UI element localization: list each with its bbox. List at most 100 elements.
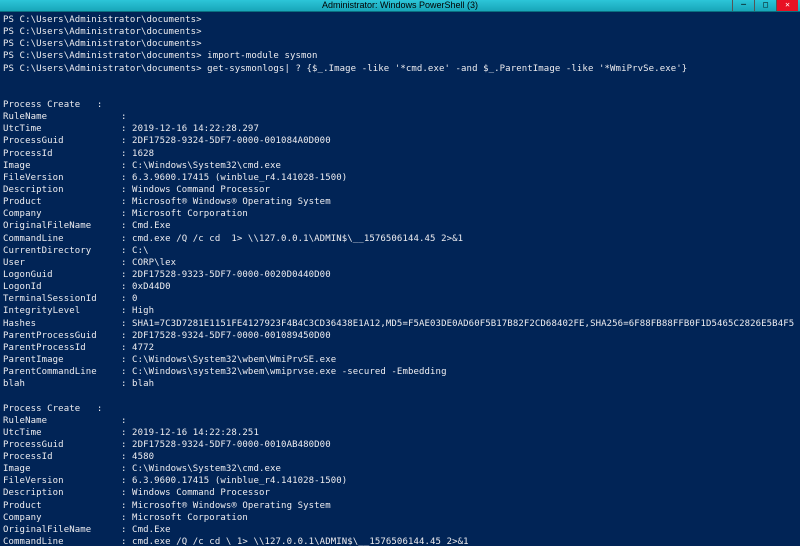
field-key: ProcessGuid: [3, 439, 121, 451]
field-separator: :: [121, 270, 132, 280]
field-key: CommandLine: [3, 233, 121, 245]
field-separator: :: [121, 173, 132, 183]
output-field: FileVersion: 6.3.9600.17415 (winblue_r4.…: [3, 172, 800, 184]
field-key: RuleName: [3, 111, 121, 123]
field-separator: :: [121, 112, 132, 122]
field-key: LogonGuid: [3, 269, 121, 281]
field-value: 0xD44D0: [132, 282, 171, 292]
blank-line: [3, 75, 800, 87]
field-key: Hashes: [3, 318, 121, 330]
field-key: LogonId: [3, 281, 121, 293]
field-separator: :: [121, 161, 132, 171]
output-field: RuleName:: [3, 111, 800, 123]
output-field: ProcessGuid: 2DF17528-9324-5DF7-0000-001…: [3, 135, 800, 147]
field-separator: :: [121, 428, 132, 438]
field-value: Windows Command Processor: [132, 185, 270, 195]
field-key: CurrentDirectory: [3, 245, 121, 257]
field-separator: :: [121, 282, 132, 292]
close-button[interactable]: ✕: [776, 0, 798, 11]
field-separator: :: [121, 234, 132, 244]
field-separator: :: [121, 331, 132, 341]
field-key: blah: [3, 378, 121, 390]
field-key: CommandLine: [3, 536, 121, 546]
field-key: Product: [3, 500, 121, 512]
field-key: ParentCommandLine: [3, 366, 121, 378]
field-value: Cmd.Exe: [132, 221, 171, 231]
field-value: 2019-12-16 14:22:28.297: [132, 124, 259, 134]
output-field: FileVersion: 6.3.9600.17415 (winblue_r4.…: [3, 475, 800, 487]
field-separator: :: [121, 379, 132, 389]
output-field: CurrentDirectory: C:\: [3, 245, 800, 257]
field-key: User: [3, 257, 121, 269]
prompt-line: PS C:\Users\Administrator\documents> imp…: [3, 50, 800, 62]
output-field: CommandLine: cmd.exe /Q /c cd \ 1> \\127…: [3, 536, 800, 546]
field-separator: :: [121, 306, 132, 316]
field-key: OriginalFileName: [3, 220, 121, 232]
output-field: Description: Windows Command Processor: [3, 184, 800, 196]
output-field: Description: Windows Command Processor: [3, 487, 800, 499]
field-value: C:\Windows\system32\wbem\wmiprvse.exe -s…: [132, 367, 447, 377]
field-separator: :: [121, 209, 132, 219]
field-key: Product: [3, 196, 121, 208]
field-separator: :: [121, 464, 132, 474]
output-field: Image: C:\Windows\System32\cmd.exe: [3, 160, 800, 172]
field-separator: :: [121, 124, 132, 134]
field-value: High: [132, 306, 154, 316]
window-controls: ─ □ ✕: [732, 0, 798, 11]
field-value: cmd.exe /Q /c cd \ 1> \\127.0.0.1\ADMIN$…: [132, 537, 469, 546]
output-field: Image: C:\Windows\System32\cmd.exe: [3, 463, 800, 475]
field-value: 4580: [132, 452, 154, 462]
field-value: Windows Command Processor: [132, 488, 270, 498]
field-separator: :: [121, 525, 132, 535]
field-value: Microsoft Corporation: [132, 209, 248, 219]
field-value: C:\Windows\System32\cmd.exe: [132, 464, 281, 474]
field-key: Company: [3, 208, 121, 220]
field-value: 1628: [132, 149, 154, 159]
field-value: Microsoft Corporation: [132, 513, 248, 523]
output-field: ParentProcessGuid: 2DF17528-9324-5DF7-00…: [3, 330, 800, 342]
output-field: OriginalFileName: Cmd.Exe: [3, 524, 800, 536]
field-value: cmd.exe /Q /c cd 1> \\127.0.0.1\ADMIN$\_…: [132, 234, 463, 244]
field-separator: :: [121, 149, 132, 159]
field-value: 2019-12-16 14:22:28.251: [132, 428, 259, 438]
field-value: Cmd.Exe: [132, 525, 171, 535]
field-value: 2DF17528-9324-5DF7-0000-001089450D00: [132, 331, 331, 341]
field-value: C:\: [132, 246, 149, 256]
field-separator: :: [121, 197, 132, 207]
minimize-button[interactable]: ─: [732, 0, 754, 11]
prompt-line: PS C:\Users\Administrator\documents>: [3, 26, 800, 38]
field-separator: :: [121, 476, 132, 486]
field-separator: :: [121, 416, 132, 426]
field-value: 6.3.9600.17415 (winblue_r4.141028-1500): [132, 476, 347, 486]
field-value: 2DF17528-9323-5DF7-0000-0020D0440D00: [132, 270, 331, 280]
terminal-output[interactable]: PS C:\Users\Administrator\documents>PS C…: [0, 12, 800, 546]
output-field: Product: Microsoft® Windows® Operating S…: [3, 500, 800, 512]
field-key: ProcessId: [3, 451, 121, 463]
field-separator: :: [121, 355, 132, 365]
field-key: FileVersion: [3, 475, 121, 487]
prompt-line: PS C:\Users\Administrator\documents>: [3, 38, 800, 50]
maximize-button[interactable]: □: [754, 0, 776, 11]
output-field: CommandLine: cmd.exe /Q /c cd 1> \\127.0…: [3, 233, 800, 245]
field-separator: :: [121, 513, 132, 523]
field-key: ProcessGuid: [3, 135, 121, 147]
field-key: Description: [3, 487, 121, 499]
output-field: LogonId: 0xD44D0: [3, 281, 800, 293]
titlebar[interactable]: Administrator: Windows PowerShell (3) ─ …: [0, 0, 800, 12]
field-value: 6.3.9600.17415 (winblue_r4.141028-1500): [132, 173, 347, 183]
output-field: LogonGuid: 2DF17528-9323-5DF7-0000-0020D…: [3, 269, 800, 281]
field-value: 0: [132, 294, 138, 304]
field-separator: :: [121, 501, 132, 511]
field-separator: :: [121, 537, 132, 546]
field-separator: :: [121, 294, 132, 304]
field-separator: :: [121, 136, 132, 146]
record-header: Process Create :: [3, 99, 800, 111]
field-value: 2DF17528-9324-5DF7-0000-001084A0D000: [132, 136, 331, 146]
field-separator: :: [121, 319, 132, 329]
field-separator: :: [121, 440, 132, 450]
field-key: ParentProcessGuid: [3, 330, 121, 342]
field-value: CORP\lex: [132, 258, 176, 268]
field-key: Image: [3, 463, 121, 475]
field-value: Microsoft® Windows® Operating System: [132, 197, 331, 207]
output-field: UtcTime: 2019-12-16 14:22:28.297: [3, 123, 800, 135]
